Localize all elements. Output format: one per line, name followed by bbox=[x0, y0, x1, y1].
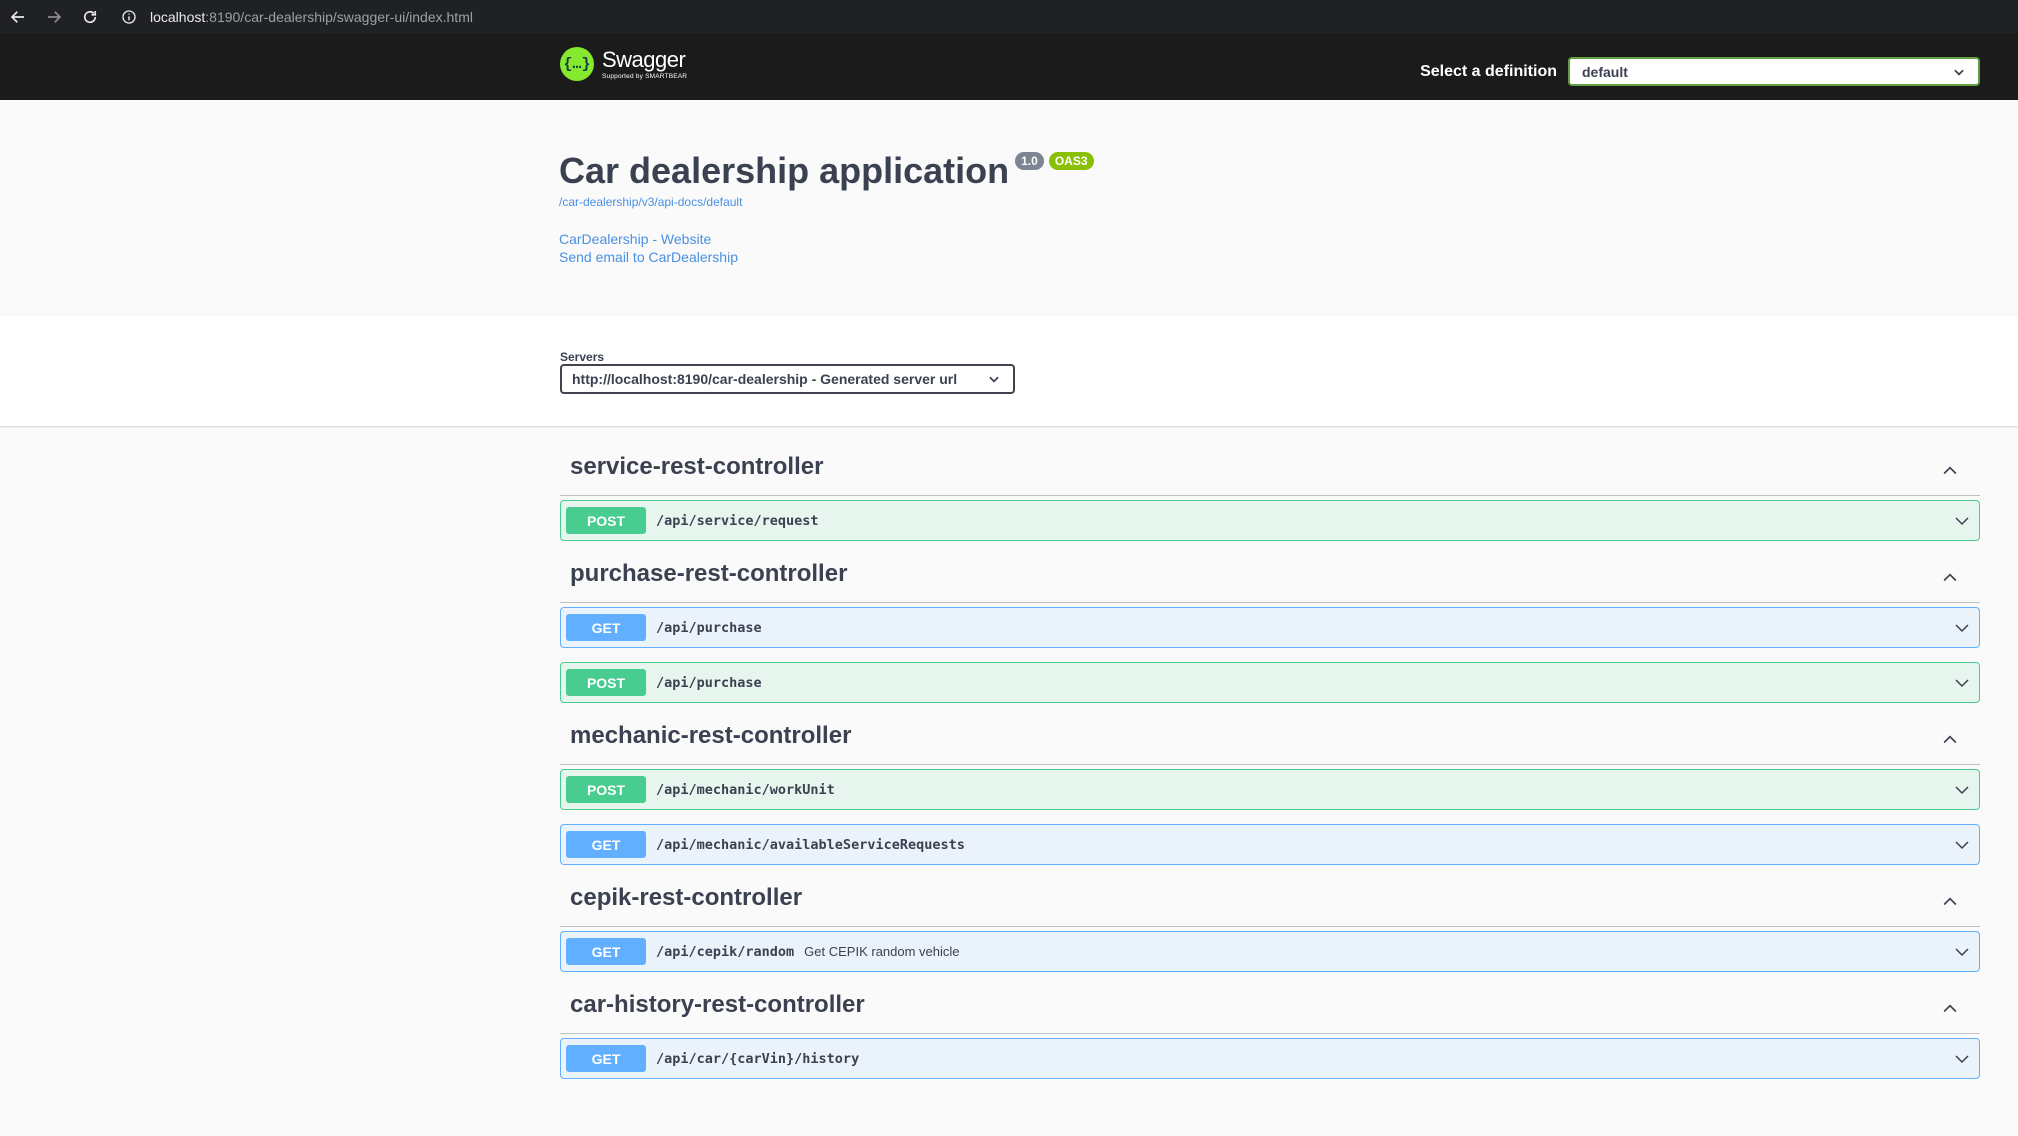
operation-summary: Get CEPIK random vehicle bbox=[804, 944, 960, 959]
chevron-down-icon bbox=[1955, 517, 1969, 526]
operation-path: /api/mechanic/workUnit bbox=[656, 781, 835, 798]
servers-label: Servers bbox=[560, 350, 605, 364]
definition-selector: Select a definition default bbox=[1420, 57, 1980, 86]
definition-select[interactable]: default bbox=[1568, 57, 1980, 86]
operation-row[interactable]: GET /api/car/{carVin}/history bbox=[560, 1038, 1980, 1079]
operation-row[interactable]: GET /api/purchase bbox=[560, 607, 1980, 648]
operation-row[interactable]: GET /api/cepik/random Get CEPIK random v… bbox=[560, 931, 1980, 972]
reload-button[interactable] bbox=[72, 0, 108, 33]
tag-header-car-history[interactable]: car-history-rest-controller bbox=[560, 972, 1980, 1034]
chevron-down-icon bbox=[1955, 786, 1969, 795]
definition-label: Select a definition bbox=[1420, 62, 1557, 80]
tag-header-service[interactable]: service-rest-controller bbox=[560, 426, 1980, 496]
tag-header-purchase[interactable]: purchase-rest-controller bbox=[560, 541, 1980, 603]
operation-row[interactable]: POST /api/service/request bbox=[560, 500, 1980, 541]
site-info-icon[interactable] bbox=[120, 8, 138, 26]
tag-title: cepik-rest-controller bbox=[570, 884, 803, 911]
address-bar[interactable]: localhost:8190/car-dealership/swagger-ui… bbox=[120, 4, 473, 30]
page-title: Car dealership application bbox=[559, 150, 1010, 191]
arrow-left-icon bbox=[10, 10, 24, 23]
chevron-up-icon bbox=[1943, 735, 1957, 744]
chevron-down-icon bbox=[1955, 679, 1969, 688]
operation-path: /api/purchase bbox=[656, 619, 762, 636]
method-badge: GET bbox=[566, 614, 646, 641]
logo-sub: Supported by SMARTBEAR bbox=[602, 72, 688, 80]
reload-icon bbox=[83, 10, 97, 23]
chevron-down-icon bbox=[1954, 69, 1964, 76]
method-badge: GET bbox=[566, 831, 646, 858]
chevron-up-icon bbox=[1943, 466, 1957, 475]
chevron-up-icon bbox=[1943, 1004, 1957, 1013]
method-badge: GET bbox=[566, 1045, 646, 1072]
operation-row[interactable]: GET /api/mechanic/availableServiceReques… bbox=[560, 824, 1980, 865]
method-badge: POST bbox=[566, 669, 646, 696]
arrow-right-icon bbox=[48, 10, 62, 23]
tag-header-mechanic[interactable]: mechanic-rest-controller bbox=[560, 703, 1980, 765]
operations-list: service-rest-controller POST /api/servic… bbox=[560, 426, 1980, 1079]
browser-toolbar: localhost:8190/car-dealership/swagger-ui… bbox=[0, 0, 2018, 33]
tag-header-cepik[interactable]: cepik-rest-controller bbox=[560, 865, 1980, 927]
logo-word: Swagger bbox=[602, 46, 686, 72]
method-badge: GET bbox=[566, 938, 646, 965]
tag-title: mechanic-rest-controller bbox=[570, 722, 852, 749]
definition-value: default bbox=[1582, 63, 1628, 80]
tag-title: car-history-rest-controller bbox=[570, 991, 865, 1018]
tag-title: service-rest-controller bbox=[570, 453, 824, 480]
swagger-logo[interactable]: {…} Swagger Supported by SMARTBEAR bbox=[560, 47, 687, 81]
chevron-down-icon bbox=[1955, 1055, 1969, 1064]
chevron-up-icon bbox=[1943, 897, 1957, 906]
chevron-up-icon bbox=[1943, 573, 1957, 582]
operation-row[interactable]: POST /api/purchase bbox=[560, 662, 1980, 703]
website-link[interactable]: CarDealership - Website bbox=[559, 231, 711, 247]
back-button[interactable] bbox=[0, 0, 36, 33]
spec-url-link[interactable]: /car-dealership/v3/api-docs/default bbox=[559, 195, 742, 209]
server-value: http://localhost:8190/car-dealership - G… bbox=[572, 371, 958, 387]
oas-badge: OAS3 bbox=[1048, 152, 1094, 170]
operation-row[interactable]: POST /api/mechanic/workUnit bbox=[560, 769, 1980, 810]
chevron-down-icon bbox=[1955, 624, 1969, 633]
swagger-topbar: {…} Swagger Supported by SMARTBEAR Selec… bbox=[0, 33, 2018, 100]
tag-title: purchase-rest-controller bbox=[570, 560, 848, 587]
swagger-logo-icon: {…} bbox=[560, 47, 594, 81]
operation-path: /api/mechanic/availableServiceRequests bbox=[656, 836, 965, 853]
email-link[interactable]: Send email to CarDealership bbox=[559, 249, 738, 265]
version-badge: 1.0 bbox=[1015, 152, 1044, 170]
title-row: Car dealership application 1.0 OAS3 bbox=[559, 150, 1094, 192]
forward-button[interactable] bbox=[36, 0, 72, 33]
chevron-down-icon bbox=[989, 376, 999, 383]
operation-path: /api/cepik/random bbox=[656, 943, 795, 960]
method-badge: POST bbox=[566, 507, 646, 534]
url-path: :8190/car-dealership/swagger-ui/index.ht… bbox=[205, 8, 473, 25]
operation-path: /api/car/{carVin}/history bbox=[656, 1050, 860, 1067]
servers-section: Servers http://localhost:8190/car-dealer… bbox=[0, 316, 2018, 426]
operation-path: /api/purchase bbox=[656, 674, 762, 691]
chevron-down-icon bbox=[1955, 948, 1969, 957]
method-badge: POST bbox=[566, 776, 646, 803]
operation-path: /api/service/request bbox=[656, 512, 819, 529]
server-select[interactable]: http://localhost:8190/car-dealership - G… bbox=[560, 364, 1015, 394]
api-info: Car dealership application 1.0 OAS3 /car… bbox=[0, 100, 2018, 316]
url-host: localhost bbox=[150, 8, 206, 25]
chevron-down-icon bbox=[1955, 841, 1969, 850]
